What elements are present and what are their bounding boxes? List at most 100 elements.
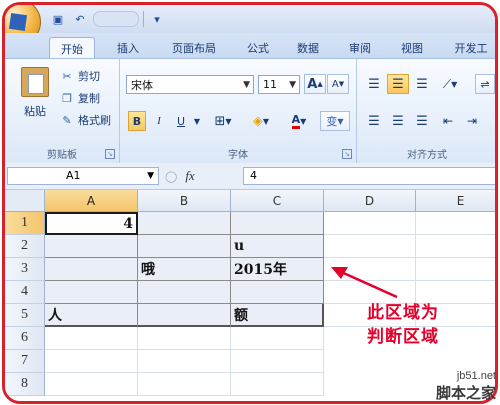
cell-c6[interactable] <box>231 327 324 350</box>
format-painter-label: 格式刷 <box>78 114 111 127</box>
row-header-2[interactable]: 2 <box>5 235 45 258</box>
cell-b1[interactable] <box>138 212 231 235</box>
cell-c4[interactable] <box>231 281 324 304</box>
grow-font-icon: A <box>307 76 318 92</box>
alignment-group-label: 对齐方式 <box>407 150 447 161</box>
cell-c3[interactable]: 2015年 <box>231 258 324 281</box>
column-header-a[interactable]: A <box>45 190 138 212</box>
tab-developer[interactable]: 开发工 <box>443 37 495 58</box>
orientation-button[interactable]: ⟋ ▼ <box>435 74 465 94</box>
cell-a1[interactable]: 4 <box>45 212 138 235</box>
undo-history-dropdown[interactable] <box>93 11 139 27</box>
cell-c1[interactable] <box>231 212 324 235</box>
cell-b8[interactable] <box>138 373 231 396</box>
row-header-6[interactable]: 6 <box>5 327 45 350</box>
phonetic-button[interactable]: 变 ▼ <box>320 111 350 131</box>
cell-d1[interactable] <box>324 212 416 235</box>
tab-view[interactable]: 视图 <box>391 37 433 58</box>
decrease-indent-icon[interactable]: ⇤ <box>437 111 459 131</box>
formula-input[interactable]: 4 <box>243 167 495 185</box>
underline-dropdown-icon[interactable]: ▼ <box>192 111 202 131</box>
tab-insert[interactable]: 插入 <box>107 37 149 58</box>
copy-button[interactable]: ❐ 复制 <box>60 89 100 107</box>
cell-a3[interactable] <box>45 258 138 281</box>
cut-label: 剪切 <box>78 70 100 83</box>
align-top-icon[interactable]: ☰ <box>363 74 385 94</box>
column-header-d[interactable]: D <box>324 190 416 212</box>
chevron-down-icon: ▼ <box>289 80 296 90</box>
italic-button[interactable]: I <box>150 111 168 131</box>
scissors-icon: ✂ <box>62 69 72 83</box>
cell-d3[interactable] <box>324 258 416 281</box>
tab-review[interactable]: 审阅 <box>339 37 381 58</box>
increase-indent-icon[interactable]: ⇥ <box>461 111 483 131</box>
cell-b7[interactable] <box>138 350 231 373</box>
row-header-3[interactable]: 3 <box>5 258 45 281</box>
align-bottom-icon[interactable]: ☰ <box>411 74 433 94</box>
tab-data[interactable]: 数据 <box>287 37 329 58</box>
cell-e2[interactable] <box>416 235 495 258</box>
fill-color-button[interactable]: ◈ ▼ <box>244 111 278 131</box>
shrink-font-button[interactable]: A ▼ <box>327 74 349 94</box>
align-right-icon[interactable]: ☰ <box>411 111 433 131</box>
cell-a4[interactable] <box>45 281 138 304</box>
wrap-text-icon[interactable]: ⇌ <box>475 74 495 94</box>
customize-toolbar-icon[interactable]: ▾ <box>148 11 166 27</box>
cancel-formula-icon[interactable]: ◯ <box>165 170 177 183</box>
orientation-icon: ⟋ <box>442 76 452 91</box>
cell-e1[interactable] <box>416 212 495 235</box>
column-header-b[interactable]: B <box>138 190 231 212</box>
paste-button[interactable]: 粘贴 <box>15 67 55 129</box>
cell-c5[interactable]: 额 <box>231 304 324 327</box>
cell-a5[interactable]: 人 <box>45 304 138 327</box>
row-header-8[interactable]: 8 <box>5 373 45 396</box>
undo-icon[interactable]: ↶ <box>71 11 89 27</box>
format-painter-button[interactable]: ✎ 格式刷 <box>60 111 111 129</box>
name-box[interactable]: A1 ▼ <box>7 167 159 185</box>
font-launcher-icon[interactable]: ↘ <box>342 149 352 159</box>
font-color-icon: A <box>291 113 301 129</box>
bold-button[interactable]: B <box>128 111 146 131</box>
clipboard-launcher-icon[interactable]: ↘ <box>105 149 115 159</box>
cell-b5[interactable] <box>138 304 231 327</box>
column-header-c[interactable]: C <box>231 190 324 212</box>
cell-b6[interactable] <box>138 327 231 350</box>
cell-d2[interactable] <box>324 235 416 258</box>
cell-c7[interactable] <box>231 350 324 373</box>
tab-home[interactable]: 开始 <box>49 37 95 59</box>
select-all-corner[interactable] <box>5 190 45 212</box>
cell-a7[interactable] <box>45 350 138 373</box>
cut-button[interactable]: ✂ 剪切 <box>60 67 100 85</box>
tab-formulas[interactable]: 公式 <box>237 37 279 58</box>
font-group-label: 字体 <box>228 150 248 161</box>
cell-b2[interactable] <box>138 235 231 258</box>
cell-b3[interactable]: 哦 <box>138 258 231 281</box>
font-size-combo[interactable]: 11 ▼ <box>258 75 300 94</box>
toolbar-divider <box>143 11 144 27</box>
column-header-e[interactable]: E <box>416 190 495 212</box>
font-name-combo[interactable]: 宋体 ▼ <box>126 75 254 94</box>
cell-c2[interactable]: u <box>231 235 324 258</box>
grow-font-button[interactable]: A ▲ <box>304 74 326 94</box>
underline-button[interactable]: U <box>172 111 190 131</box>
annotation-line-2: 判断区域 <box>367 327 439 347</box>
row-header-1[interactable]: 1 <box>5 212 45 235</box>
cell-b4[interactable] <box>138 281 231 304</box>
cell-e3[interactable] <box>416 258 495 281</box>
tab-page-layout[interactable]: 页面布局 <box>159 37 229 58</box>
row-header-5[interactable]: 5 <box>5 304 45 327</box>
align-center-icon[interactable]: ☰ <box>387 111 409 131</box>
insert-function-icon[interactable]: fx <box>185 168 194 184</box>
align-middle-icon[interactable]: ☰ <box>387 74 409 94</box>
cell-c8[interactable] <box>231 373 324 396</box>
font-color-button[interactable]: A ▼ <box>282 111 316 131</box>
save-icon[interactable]: ▣ <box>49 11 67 27</box>
borders-button[interactable]: ⊞ ▼ <box>208 111 238 131</box>
cell-a8[interactable] <box>45 373 138 396</box>
align-left-icon[interactable]: ☰ <box>363 111 385 131</box>
watermark-url: jb51.net <box>456 370 496 382</box>
row-header-7[interactable]: 7 <box>5 350 45 373</box>
row-header-4[interactable]: 4 <box>5 281 45 304</box>
cell-a6[interactable] <box>45 327 138 350</box>
cell-a2[interactable] <box>45 235 138 258</box>
